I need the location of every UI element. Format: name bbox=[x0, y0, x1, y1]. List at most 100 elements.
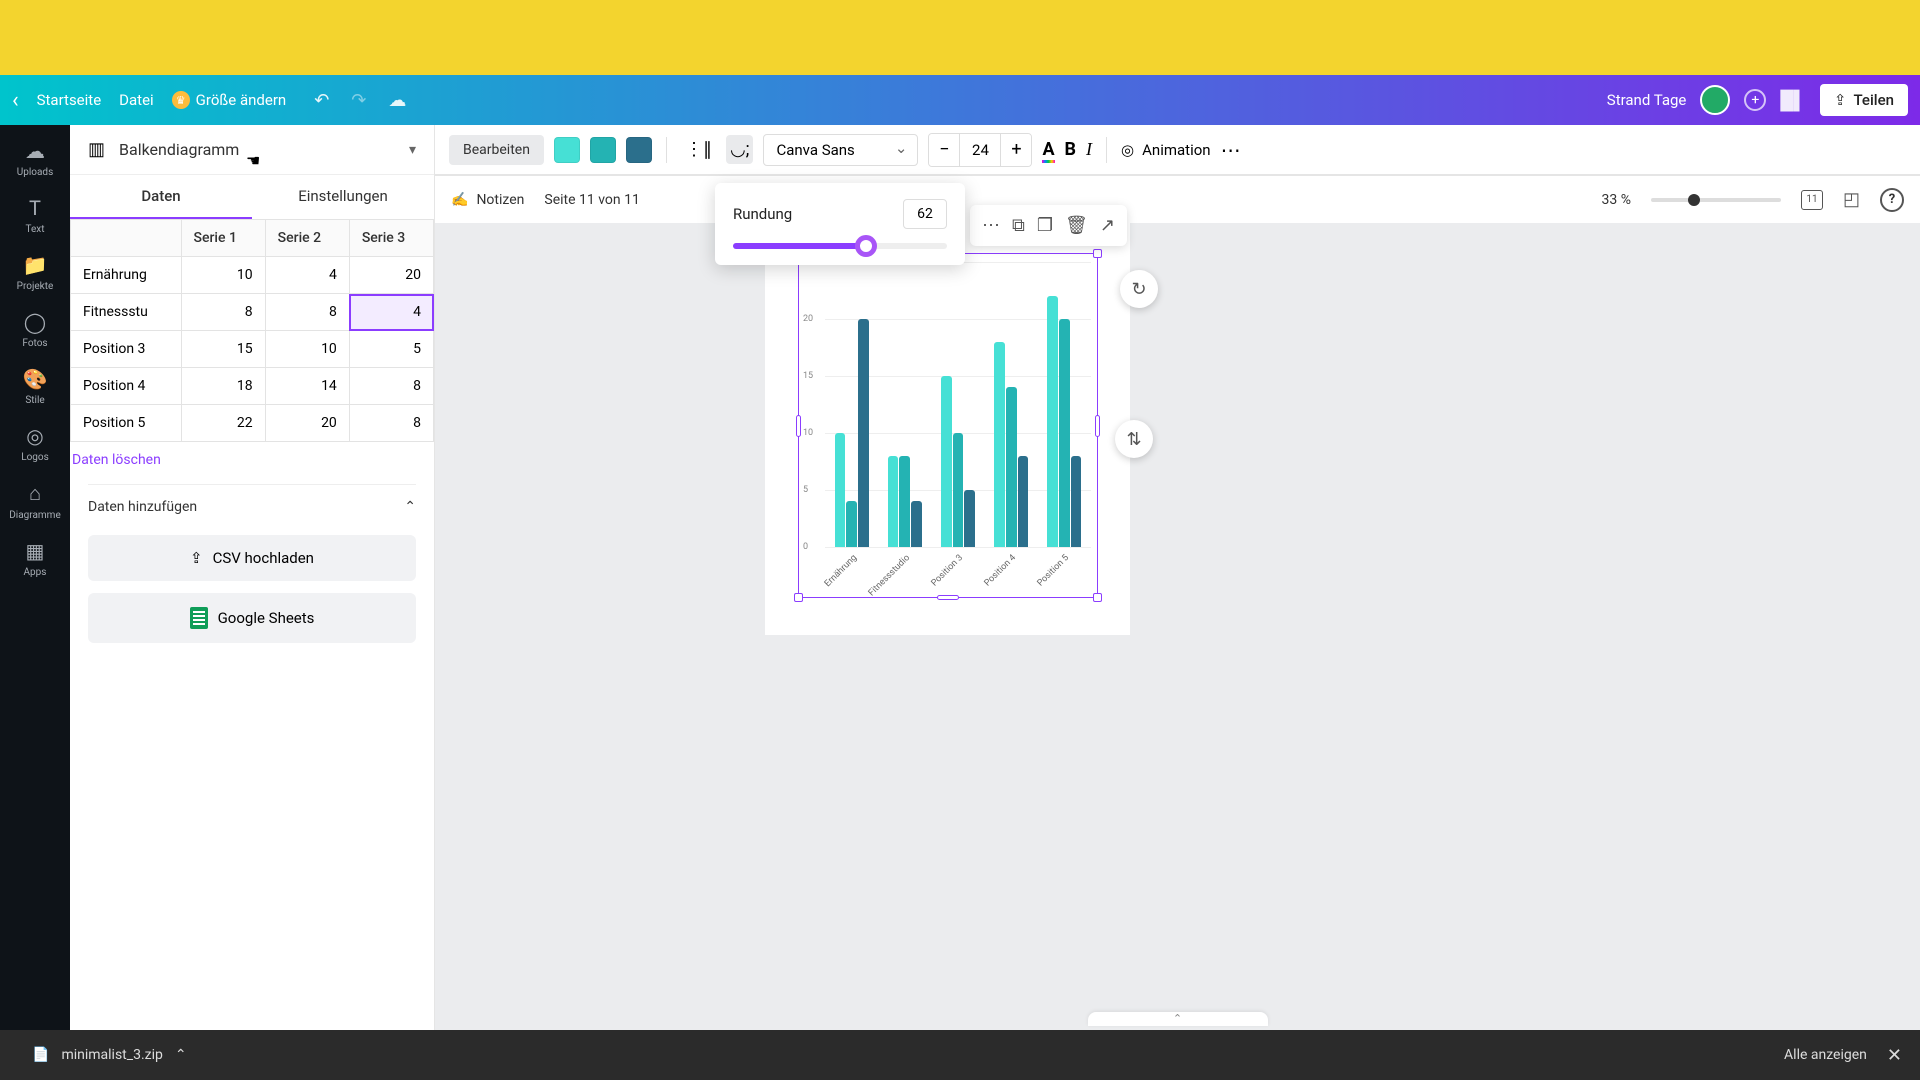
chart-type-selector[interactable]: ▥ Balkendiagramm ▾ bbox=[70, 125, 434, 175]
corner-radius-icon[interactable]: ◡; bbox=[726, 135, 754, 164]
data-cell[interactable]: 8 bbox=[265, 294, 349, 331]
google-sheets-button[interactable]: Google Sheets bbox=[88, 593, 416, 643]
row-label[interactable]: Position 4 bbox=[71, 368, 182, 405]
data-cell[interactable]: 20 bbox=[349, 257, 433, 294]
upload-csv-button[interactable]: ⇪ CSV hochladen bbox=[88, 535, 416, 581]
add-collaborator-button[interactable]: + bbox=[1744, 89, 1766, 111]
data-cell[interactable]: 10 bbox=[265, 331, 349, 368]
notes-button[interactable]: ✍ Notizen bbox=[451, 192, 524, 208]
data-cell[interactable]: 5 bbox=[349, 331, 433, 368]
slider-thumb[interactable] bbox=[855, 235, 877, 257]
data-cell[interactable]: 8 bbox=[349, 368, 433, 405]
sync-button[interactable]: ⇅ bbox=[1115, 420, 1153, 458]
more-options-button[interactable]: ⋯ bbox=[1221, 138, 1243, 162]
resize-handle[interactable] bbox=[1093, 249, 1102, 258]
col-header[interactable]: Serie 3 bbox=[349, 220, 433, 257]
data-cell[interactable]: 22 bbox=[181, 405, 265, 442]
rail-logos[interactable]: ◎Logos bbox=[0, 416, 70, 471]
row-label[interactable]: Fitnessstu bbox=[71, 294, 182, 331]
regenerate-button[interactable]: ↻ bbox=[1120, 270, 1158, 308]
row-label[interactable]: Ernährung bbox=[71, 257, 182, 294]
rail-uploads[interactable]: ☁Uploads bbox=[0, 131, 70, 186]
tab-settings[interactable]: Einstellungen bbox=[252, 175, 434, 219]
chevron-up-icon[interactable]: ⌃ bbox=[175, 1047, 187, 1063]
rail-photos[interactable]: ◯Fotos bbox=[0, 302, 70, 357]
rail-text[interactable]: TText bbox=[0, 188, 70, 243]
cloud-sync-icon[interactable]: ☁ bbox=[388, 90, 406, 111]
home-link[interactable]: Startseite bbox=[37, 91, 102, 109]
zoom-thumb[interactable] bbox=[1688, 194, 1700, 206]
canvas-area[interactable]: Bearbeiten ⋮∥ ◡; Canva Sans − + A B I bbox=[435, 125, 1920, 1030]
col-header[interactable]: Serie 1 bbox=[181, 220, 265, 257]
rail-diagrams[interactable]: ⌂Diagramme bbox=[0, 473, 70, 529]
data-cell[interactable]: 8 bbox=[349, 405, 433, 442]
data-cell[interactable]: 10 bbox=[181, 257, 265, 294]
chart-selection[interactable]: 0510152025ErnährungFitnessstudioPosition… bbox=[798, 253, 1098, 598]
notes-icon: ✍ bbox=[451, 192, 468, 208]
resize-button[interactable]: ♛ Größe ändern bbox=[172, 91, 287, 109]
grid-view-icon[interactable]: 11 bbox=[1801, 190, 1823, 210]
rounding-value-input[interactable] bbox=[903, 199, 947, 229]
resize-handle[interactable] bbox=[794, 593, 803, 602]
animation-button[interactable]: ◎ Animation bbox=[1121, 141, 1211, 159]
resize-handle[interactable] bbox=[1093, 593, 1102, 602]
data-cell[interactable]: 4 bbox=[265, 257, 349, 294]
resize-handle[interactable] bbox=[937, 595, 959, 600]
add-data-toggle[interactable]: Daten hinzufügen ⌃ bbox=[70, 485, 434, 529]
document-title[interactable]: Strand Tage bbox=[1607, 91, 1687, 109]
data-cell[interactable]: 8 bbox=[181, 294, 265, 331]
col-header[interactable]: Serie 2 bbox=[265, 220, 349, 257]
color-swatch-3[interactable] bbox=[626, 137, 652, 163]
font-selector[interactable]: Canva Sans bbox=[763, 134, 918, 166]
data-table[interactable]: Serie 1 Serie 2 Serie 3 Ernährung 10 4 2… bbox=[70, 219, 434, 442]
data-cell-selected[interactable]: 4 bbox=[349, 294, 433, 331]
zoom-value[interactable]: 33 % bbox=[1602, 192, 1631, 208]
color-swatch-1[interactable] bbox=[554, 137, 580, 163]
row-label[interactable]: Position 3 bbox=[71, 331, 182, 368]
rail-apps[interactable]: ▦Apps bbox=[0, 531, 70, 586]
tab-data[interactable]: Daten bbox=[70, 175, 252, 219]
edit-button[interactable]: Bearbeiten bbox=[449, 135, 544, 165]
font-size-input[interactable] bbox=[959, 134, 1001, 166]
spacing-icon[interactable]: ⋮∥ bbox=[681, 135, 716, 164]
undo-icon[interactable]: ↶ bbox=[314, 90, 329, 111]
color-swatch-2[interactable] bbox=[590, 137, 616, 163]
font-size-increase[interactable]: + bbox=[1001, 134, 1031, 166]
help-button[interactable]: ? bbox=[1880, 188, 1904, 212]
back-icon[interactable]: ‹ bbox=[12, 88, 19, 113]
page-indicator[interactable]: Seite 11 von 11 bbox=[544, 192, 639, 208]
rail-projects[interactable]: 📁Projekte bbox=[0, 245, 70, 300]
fullscreen-icon[interactable]: ◰ bbox=[1843, 189, 1860, 210]
data-cell[interactable]: 18 bbox=[181, 368, 265, 405]
text-color-button[interactable]: A bbox=[1042, 139, 1054, 160]
delete-icon[interactable]: 🗑 bbox=[1061, 211, 1092, 240]
user-avatar[interactable] bbox=[1700, 85, 1730, 115]
data-cell[interactable]: 20 bbox=[265, 405, 349, 442]
page-expand-handle[interactable]: ⌃ bbox=[1088, 1012, 1268, 1026]
resize-handle[interactable] bbox=[796, 415, 801, 437]
data-cell[interactable]: 14 bbox=[265, 368, 349, 405]
redo-icon[interactable]: ↷ bbox=[351, 90, 366, 111]
table-corner[interactable] bbox=[71, 220, 182, 257]
close-icon[interactable]: ✕ bbox=[1887, 1045, 1902, 1066]
file-menu[interactable]: Datei bbox=[119, 91, 154, 109]
data-cell[interactable]: 15 bbox=[181, 331, 265, 368]
italic-button[interactable]: I bbox=[1086, 139, 1092, 160]
download-item[interactable]: 📄 minimalist_3.zip ⌃ bbox=[18, 1041, 201, 1069]
copy-icon[interactable]: ⧉ bbox=[1008, 211, 1029, 240]
rail-styles[interactable]: 🎨Stile bbox=[0, 359, 70, 414]
export-icon[interactable]: ↗ bbox=[1096, 211, 1119, 240]
rounding-slider[interactable] bbox=[733, 243, 947, 249]
delete-data-link[interactable]: Daten löschen bbox=[70, 442, 434, 478]
zoom-slider[interactable] bbox=[1651, 198, 1781, 202]
rail-label: Logos bbox=[21, 452, 49, 463]
bold-button[interactable]: B bbox=[1065, 139, 1077, 160]
row-label[interactable]: Position 5 bbox=[71, 405, 182, 442]
show-all-downloads[interactable]: Alle anzeigen bbox=[1784, 1047, 1867, 1063]
more-icon[interactable]: ⋯ bbox=[978, 211, 1004, 240]
duplicate-icon[interactable]: ❐ bbox=[1033, 211, 1057, 240]
share-button[interactable]: ⇪ Teilen bbox=[1820, 84, 1908, 116]
resize-handle[interactable] bbox=[1095, 415, 1100, 437]
insights-icon[interactable]: █▌ bbox=[1780, 90, 1806, 111]
font-size-decrease[interactable]: − bbox=[929, 134, 959, 166]
